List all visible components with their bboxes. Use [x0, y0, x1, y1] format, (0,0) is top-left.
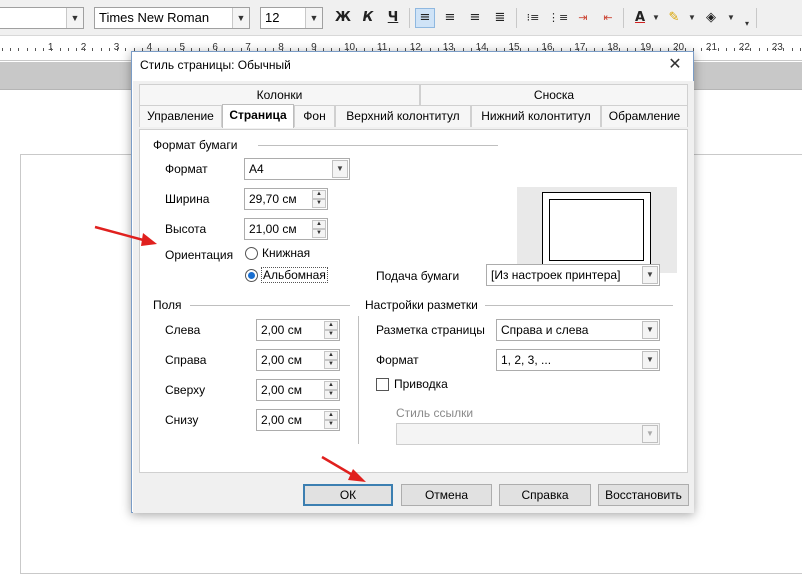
arrow-to-orientation	[94, 225, 157, 246]
arrow-to-ok-button	[321, 455, 366, 482]
tab-page[interactable]: Страница	[222, 104, 294, 128]
annotation-arrows	[94, 225, 366, 482]
